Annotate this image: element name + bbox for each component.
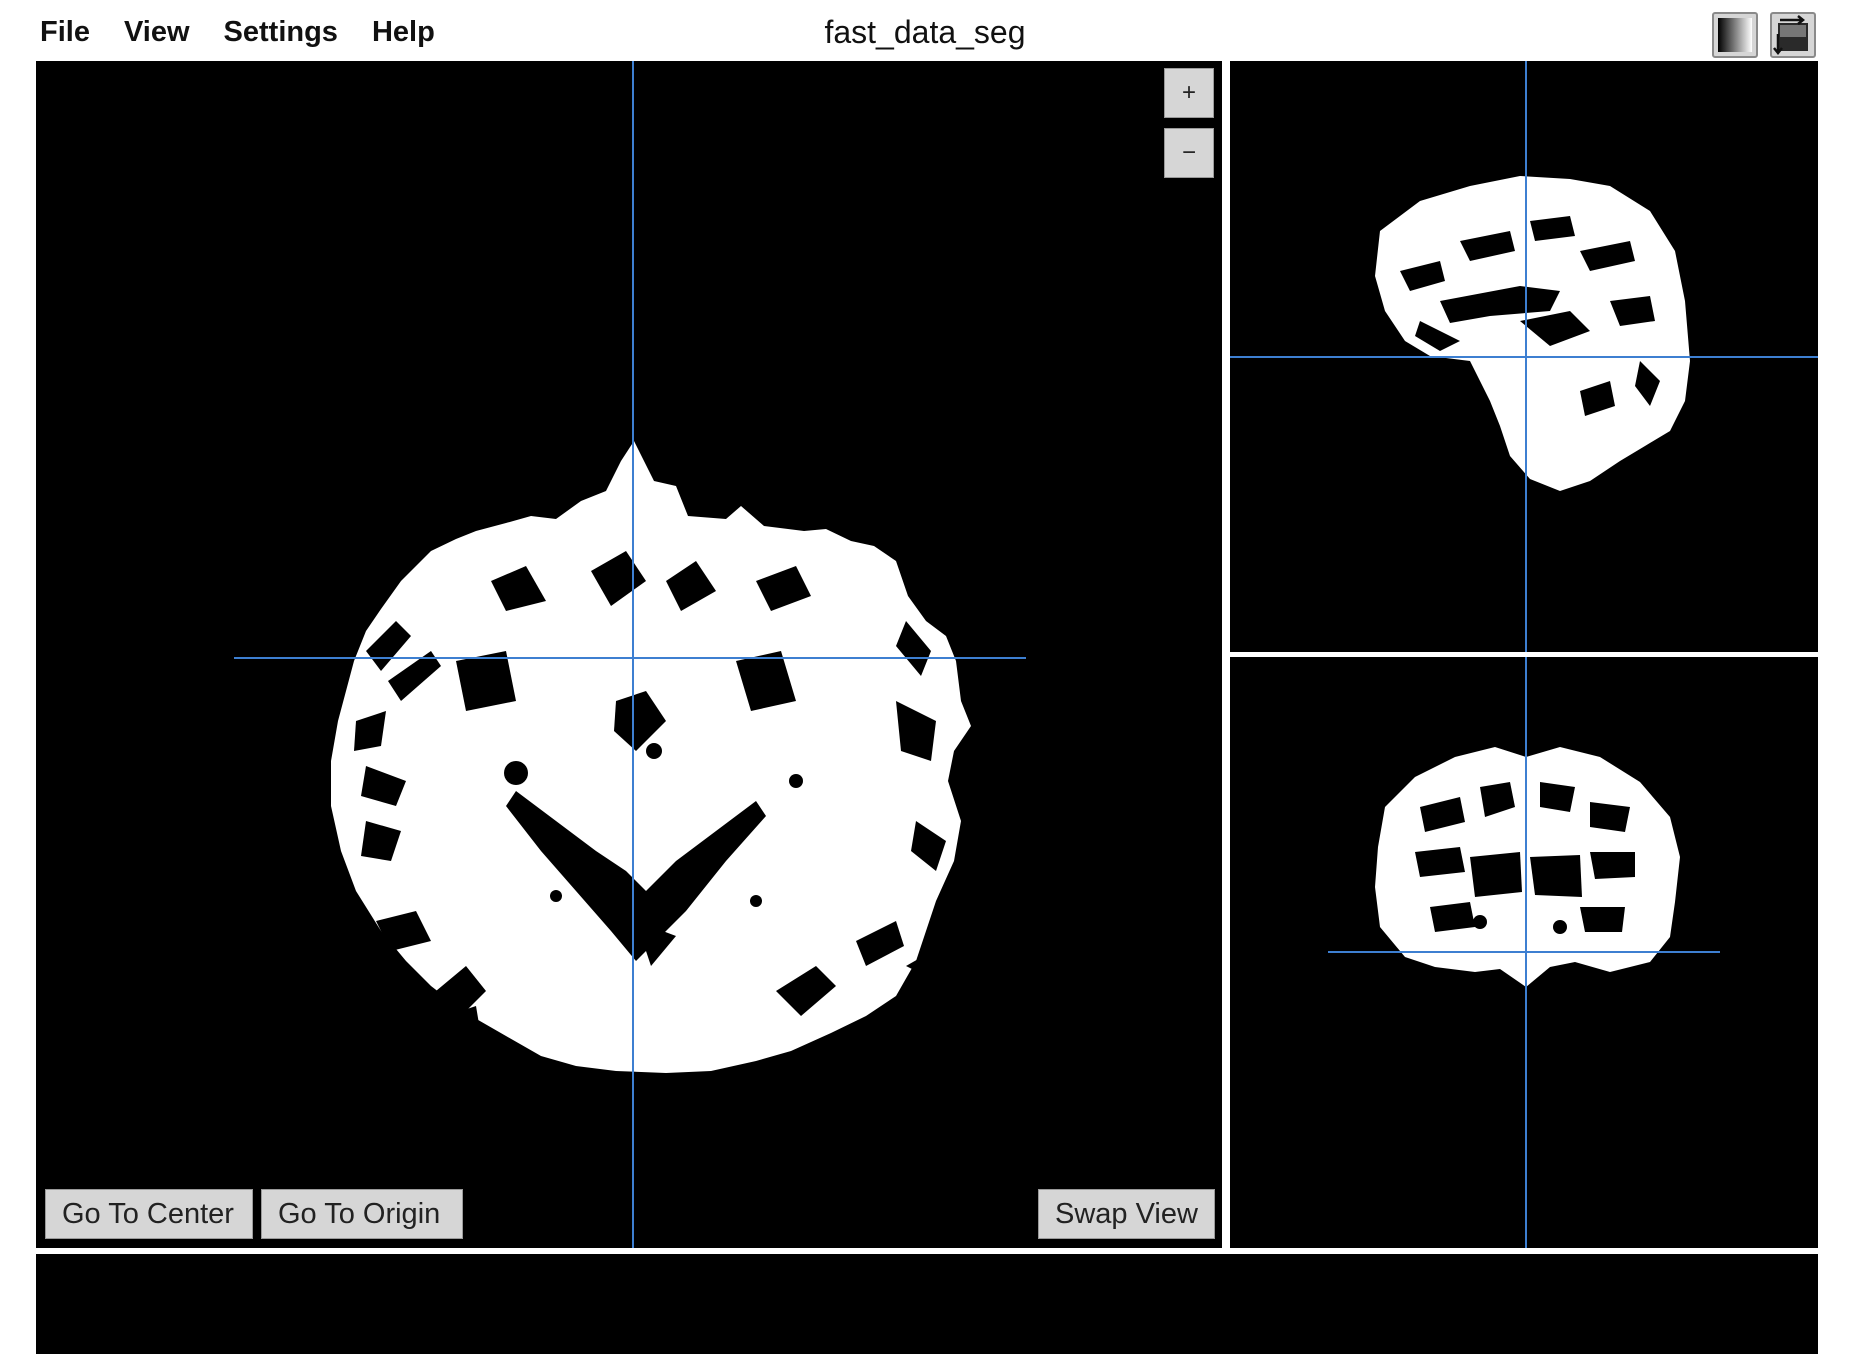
grayscale-gradient-icon [1718, 18, 1752, 52]
menu-settings[interactable]: Settings [224, 16, 338, 49]
zoom-out-button[interactable]: − [1164, 128, 1214, 178]
go-to-center-button[interactable]: Go To Center [45, 1189, 253, 1239]
menu-bar: File View Settings Help [40, 8, 469, 56]
sagittal-brain-segmentation [1230, 61, 1818, 652]
swap-layout-button[interactable] [1770, 12, 1816, 58]
axial-brain-segmentation [234, 61, 1026, 1248]
axial-slice-viewer[interactable] [36, 61, 1222, 1248]
menu-help[interactable]: Help [372, 16, 435, 49]
swap-layout-icon [1773, 15, 1808, 56]
menu-file[interactable]: File [40, 16, 90, 49]
coronal-brain-segmentation [1328, 657, 1720, 1248]
sagittal-slice-viewer[interactable] [1230, 61, 1818, 652]
zoom-in-button[interactable]: + [1164, 68, 1214, 118]
color-table-button[interactable] [1712, 12, 1758, 58]
swap-view-button[interactable]: Swap View [1038, 1189, 1215, 1239]
go-to-origin-button[interactable]: Go To Origin [261, 1189, 463, 1239]
menu-view[interactable]: View [124, 16, 190, 49]
coronal-slice-viewer[interactable] [1230, 657, 1818, 1248]
status-bar [36, 1254, 1818, 1354]
